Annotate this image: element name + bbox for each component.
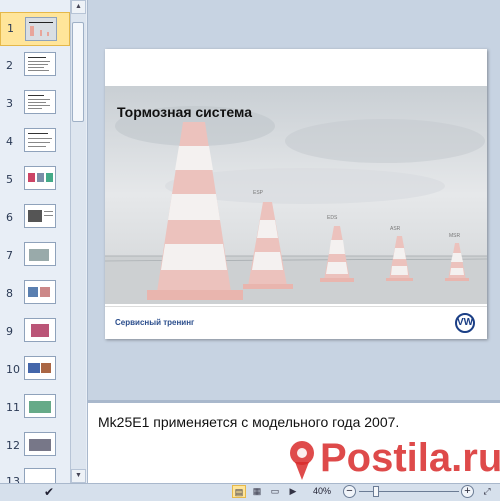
thumbnail-slide-8[interactable]: 8 — [0, 278, 70, 308]
thumbnail-slide-3[interactable]: 3 — [0, 88, 70, 118]
thumbnail-number: 10 — [6, 363, 20, 376]
scroll-up-icon[interactable]: ▲ — [71, 0, 86, 14]
footer-text: Сервисный тренинг — [115, 318, 195, 327]
thumbnail-slide-4[interactable]: 4 — [0, 126, 70, 156]
thumbnail-number: 6 — [6, 211, 13, 224]
zoom-slider-knob[interactable] — [373, 486, 379, 497]
thumbnail-slide-7[interactable]: 7 — [0, 240, 70, 270]
scrollbar-thumb[interactable] — [72, 22, 84, 122]
thumbnail-preview — [24, 468, 56, 483]
thumbnail-slide-13[interactable]: 13 — [0, 466, 70, 483]
thumbnail-preview — [24, 52, 56, 76]
fit-to-window-icon[interactable]: ⤢ — [480, 485, 494, 498]
thumbnail-preview — [24, 280, 56, 304]
thumbnail-preview — [24, 242, 56, 266]
pin-icon — [290, 441, 314, 480]
thumbnail-preview — [24, 166, 56, 190]
slide-thumbnail-pane[interactable]: 1 2 3 4 5 6 7 8 9 10 11 12 13 ▲ ▼ — [0, 0, 88, 483]
thumbnail-number: 13 — [6, 475, 20, 483]
thumbnail-slide-10[interactable]: 10 — [0, 354, 70, 384]
slide-title[interactable]: Тормозная система — [117, 104, 252, 120]
status-bar: ✔ ▤ ▦ ▭ ▶ 40% − + ⤢ — [0, 483, 500, 501]
thumbnail-preview — [25, 17, 57, 41]
slide-cover-image: ESP EDS ASR MSR Тормозная система — [105, 86, 487, 304]
thumbnail-number: 3 — [6, 97, 13, 110]
slideshow-icon[interactable]: ▶ — [286, 485, 300, 498]
thumbnail-number: 4 — [6, 135, 13, 148]
scroll-down-icon[interactable]: ▼ — [71, 469, 86, 483]
current-slide[interactable]: ESP EDS ASR MSR Тормозная система Сервис… — [105, 49, 487, 339]
thumbnail-number: 5 — [6, 173, 13, 186]
zoom-in-button[interactable]: + — [461, 485, 474, 498]
cone-label-eds: EDS — [327, 215, 338, 221]
thumbnail-number: 12 — [6, 439, 20, 452]
slide-footer: Сервисный тренинг VW — [105, 306, 487, 339]
watermark-text: Postila.ru — [320, 436, 500, 480]
thumbnail-slide-9[interactable]: 9 — [0, 316, 70, 346]
slide-sorter-icon[interactable]: ▦ — [250, 485, 264, 498]
thumbnail-number: 11 — [6, 401, 20, 414]
zoom-level[interactable]: 40% — [313, 486, 331, 496]
thumbnail-slide-6[interactable]: 6 — [0, 202, 70, 232]
thumbnail-preview — [24, 204, 56, 228]
thumbnail-preview — [24, 318, 56, 342]
slide-editing-area[interactable]: ESP EDS ASR MSR Тормозная система Сервис… — [88, 0, 500, 400]
thumbnail-slide-5[interactable]: 5 — [0, 164, 70, 194]
thumbnail-scrollbar[interactable]: ▲ ▼ — [70, 0, 86, 483]
thumbnail-slide-1[interactable]: 1 — [0, 12, 70, 46]
thumbnail-number: 1 — [7, 22, 14, 35]
thumbnail-preview — [24, 394, 56, 418]
cone-label-esp: ESP — [253, 190, 264, 196]
thumbnail-number: 7 — [6, 249, 13, 262]
thumbnail-preview — [24, 432, 56, 456]
spellcheck-icon[interactable]: ✔ — [44, 485, 54, 499]
reading-view-icon[interactable]: ▭ — [268, 485, 282, 498]
watermark: Postila.ru — [287, 436, 500, 485]
thumbnail-preview — [24, 128, 56, 152]
thumbnail-number: 8 — [6, 287, 13, 300]
zoom-out-button[interactable]: − — [343, 485, 356, 498]
thumbnail-preview — [24, 90, 56, 114]
thumbnail-slide-2[interactable]: 2 — [0, 50, 70, 80]
thumbnail-preview — [24, 356, 56, 380]
vw-logo-icon: VW — [455, 313, 475, 333]
cone-label-asr: ASR — [390, 226, 401, 232]
normal-view-icon[interactable]: ▤ — [232, 485, 246, 498]
thumbnail-slide-12[interactable]: 12 — [0, 430, 70, 460]
thumbnail-slide-11[interactable]: 11 — [0, 392, 70, 422]
thumbnail-number: 2 — [6, 59, 13, 72]
cone-label-msr: MSR — [449, 233, 461, 239]
thumbnail-number: 9 — [6, 325, 13, 338]
notes-text[interactable]: Mk25E1 применяется с модельного года 200… — [98, 414, 399, 430]
